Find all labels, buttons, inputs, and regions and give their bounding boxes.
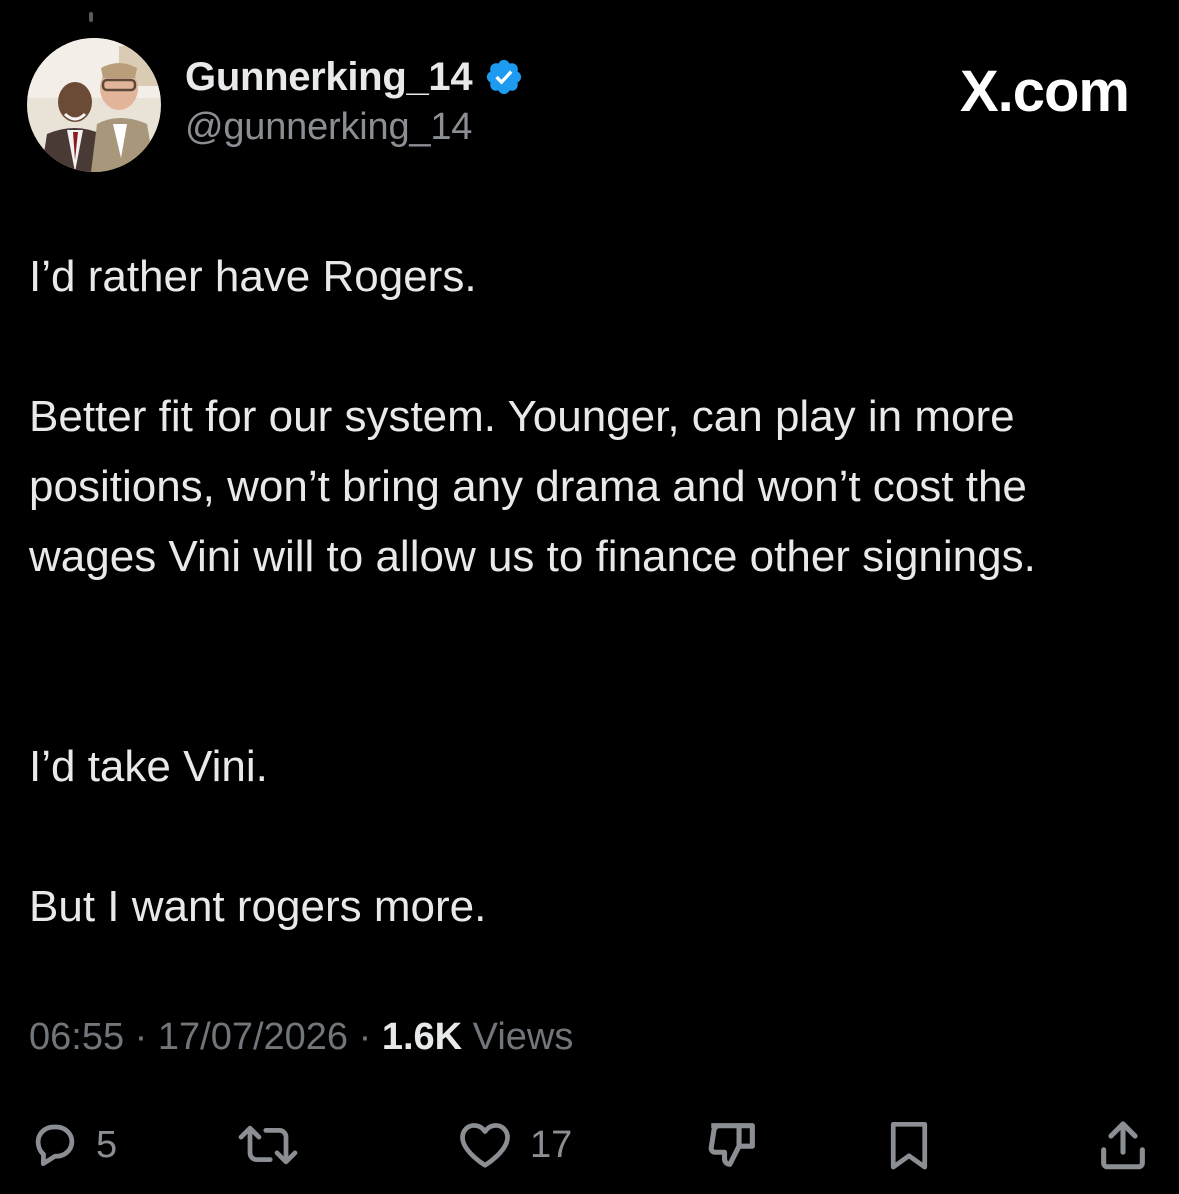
share-button[interactable] (1094, 1110, 1166, 1180)
downvote-icon (708, 1123, 755, 1167)
downvote-button[interactable] (704, 1110, 776, 1180)
retweet-button[interactable] (233, 1110, 317, 1180)
tweet-date[interactable]: 17/07/2026 (158, 1016, 348, 1058)
avatar[interactable] (27, 38, 161, 172)
avatar-photo (27, 38, 161, 172)
tweet-paragraph: I’d take Vini. (29, 742, 268, 791)
tweet-paragraph: Better fit for our system. Younger, can … (29, 392, 1036, 581)
user-handle[interactable]: @gunnerking_14 (185, 106, 472, 149)
brand-logo: X.com (959, 59, 1130, 124)
meta-separator: · (124, 1016, 158, 1058)
reply-icon (35, 1124, 75, 1167)
bookmark-icon (890, 1121, 928, 1170)
meta-separator: · (348, 1016, 382, 1058)
views-count[interactable]: 1.6K (382, 1016, 462, 1058)
reply-button[interactable]: 5 (28, 1110, 117, 1180)
tweet-paragraph: I’d rather have Rogers. (29, 252, 477, 301)
tweet-meta: 06:55 · 17/07/2026 · 1.6K Views (29, 1016, 573, 1059)
verified-badge-icon (484, 57, 524, 97)
heart-icon (460, 1123, 510, 1168)
tweet-paragraph: But I want rogers more. (29, 882, 487, 931)
bookmark-button[interactable] (882, 1110, 950, 1180)
tweet-time[interactable]: 06:55 (29, 1016, 124, 1058)
like-button[interactable]: 17 (454, 1110, 572, 1180)
share-icon (1101, 1121, 1145, 1170)
retweet-icon (238, 1125, 298, 1165)
views-label: Views (462, 1016, 574, 1058)
action-bar: 5 17 (0, 1110, 1179, 1180)
like-count: 17 (530, 1123, 573, 1166)
author-row: Gunnerking_14 (185, 52, 524, 102)
reply-count: 5 (96, 1123, 118, 1166)
status-indicator (89, 12, 93, 22)
display-name[interactable]: Gunnerking_14 (185, 55, 473, 100)
tweet-card: Gunnerking_14 @gunnerking_14 X.com I’d r… (0, 0, 1179, 1194)
